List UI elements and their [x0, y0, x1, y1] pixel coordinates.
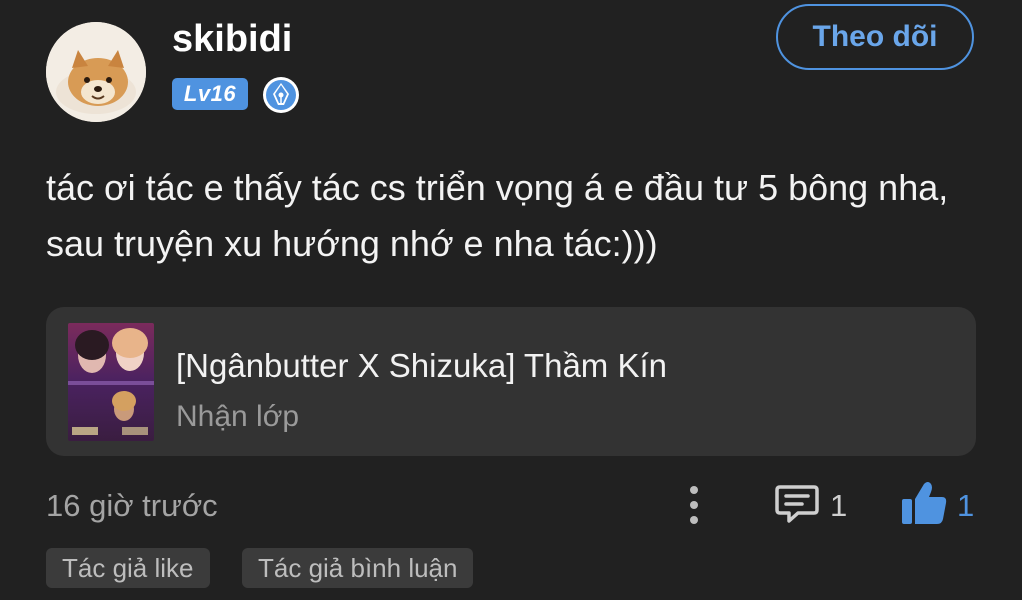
follow-button[interactable]: Theo dõi — [776, 4, 974, 70]
story-card[interactable]: [Ngânbutter X Shizuka] Thầm Kín Nhận lớp — [46, 307, 976, 456]
like-count: 1 — [957, 488, 975, 523]
story-cover-image — [68, 323, 154, 441]
avatar[interactable] — [46, 22, 146, 122]
level-badge: Lv16 — [172, 78, 248, 110]
reply-icon[interactable] — [774, 482, 820, 526]
tag-author-liked: Tác giả like — [46, 548, 210, 588]
pen-nib-icon — [262, 76, 300, 114]
more-options-icon[interactable] — [680, 484, 708, 526]
comment-text: tác ơi tác e thấy tác cs triển vọng á e … — [46, 167, 949, 264]
username[interactable]: skibidi — [172, 18, 292, 61]
timestamp: 16 giờ trước — [46, 488, 218, 523]
story-subtitle: Nhận lớp — [176, 400, 300, 433]
shiba-dog-avatar-icon — [46, 22, 146, 122]
tag-author-commented: Tác giả bình luận — [242, 548, 474, 588]
reply-count: 1 — [830, 488, 848, 523]
story-title: [Ngânbutter X Shizuka] Thầm Kín — [176, 347, 667, 384]
thumbs-up-icon[interactable] — [900, 480, 948, 526]
